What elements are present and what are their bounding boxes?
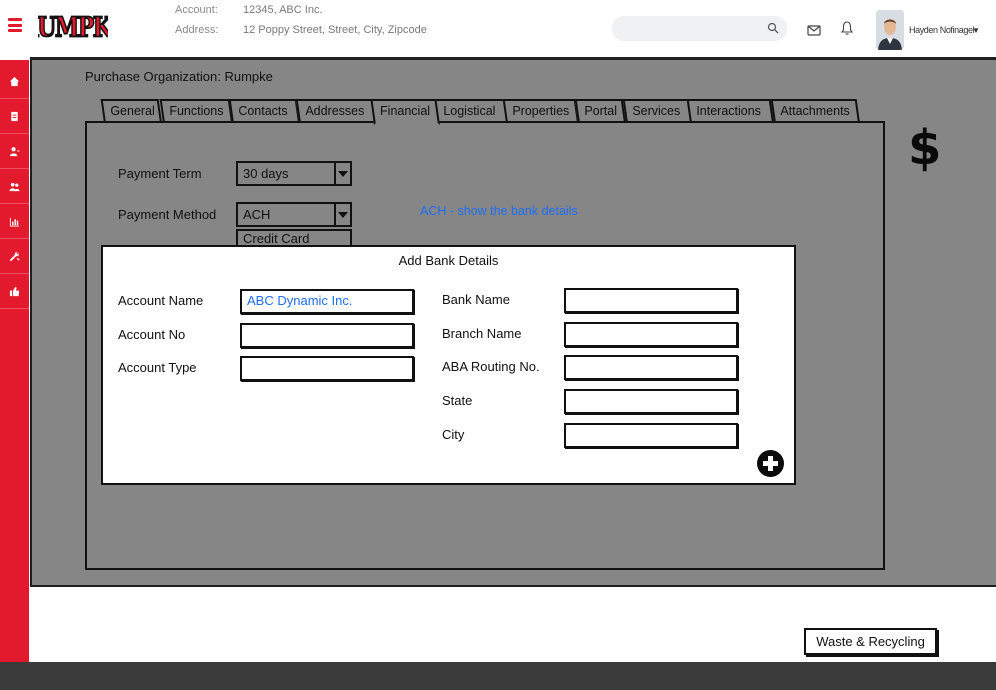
sidebar-item-tools[interactable] bbox=[0, 239, 29, 274]
waste-recycling-button[interactable]: Waste & Recycling bbox=[804, 628, 937, 655]
account-no-label: Account No bbox=[118, 327, 186, 342]
branch-name-label: Branch Name bbox=[442, 326, 522, 341]
tab-label: Portal bbox=[584, 104, 617, 118]
home-icon bbox=[9, 76, 20, 86]
tab-label: Interactions bbox=[696, 104, 761, 118]
payment-term-label: Payment Term bbox=[118, 166, 202, 181]
tab-services[interactable]: Services bbox=[622, 99, 692, 123]
city-label: City bbox=[442, 427, 465, 442]
svg-text:RUMPKE: RUMPKE bbox=[38, 11, 108, 43]
tab-contacts[interactable]: Contacts bbox=[228, 99, 300, 123]
bank-name-label: Bank Name bbox=[442, 292, 510, 307]
tab-label: Services bbox=[632, 104, 681, 118]
sidebar-item-user[interactable] bbox=[0, 134, 29, 169]
city-input[interactable] bbox=[564, 423, 738, 448]
payment-method-select[interactable]: ACH bbox=[236, 202, 352, 227]
dollar-icon: $ bbox=[908, 120, 942, 176]
header-divider bbox=[30, 57, 996, 60]
tab-financial[interactable]: Financial bbox=[370, 99, 440, 125]
chevron-down-icon[interactable]: ▼ bbox=[972, 26, 980, 35]
tab-functions[interactable]: Functions bbox=[159, 99, 233, 123]
sidebar bbox=[0, 60, 29, 662]
aba-routing-label: ABA Routing No. bbox=[442, 359, 540, 374]
tab-label: Addresses bbox=[305, 104, 365, 118]
tab-label: Logistical bbox=[443, 104, 496, 118]
tab-label: Functions bbox=[169, 104, 224, 118]
account-type-label: Account Type bbox=[118, 360, 197, 375]
top-bar: RUMPKE Account: 12345, ABC Inc. Address:… bbox=[0, 0, 996, 58]
tab-logistical[interactable]: Logistical bbox=[433, 99, 509, 123]
account-no-input[interactable] bbox=[240, 323, 414, 348]
search-icon[interactable] bbox=[767, 22, 779, 34]
chevron-down-icon[interactable] bbox=[334, 161, 352, 186]
tab-label: Attachments bbox=[780, 104, 850, 118]
account-name-label: Account Name bbox=[118, 293, 204, 308]
mail-icon[interactable] bbox=[806, 22, 822, 38]
account-value: 12345, ABC Inc. bbox=[243, 4, 323, 16]
thumbs-up-icon bbox=[9, 286, 20, 296]
account-label: Account: bbox=[175, 4, 218, 16]
tab-general[interactable]: General bbox=[100, 99, 162, 123]
footer-bar bbox=[0, 662, 996, 690]
aba-routing-input[interactable] bbox=[564, 355, 738, 380]
address-label: Address: bbox=[175, 24, 219, 36]
sidebar-item-reports[interactable] bbox=[0, 204, 29, 239]
sidebar-item-users[interactable] bbox=[0, 169, 29, 204]
document-icon bbox=[11, 111, 18, 121]
payment-method-value: ACH bbox=[243, 207, 271, 222]
tab-label: Contacts bbox=[238, 104, 288, 118]
sidebar-item-documents[interactable] bbox=[0, 99, 29, 134]
user-icon bbox=[9, 146, 20, 156]
branch-name-input[interactable] bbox=[564, 322, 738, 347]
dialog-title: Add Bank Details bbox=[398, 253, 499, 268]
avatar[interactable] bbox=[876, 10, 904, 50]
rumpke-logo[interactable]: RUMPKE bbox=[20, 8, 129, 46]
tab-label: Financial bbox=[380, 104, 431, 118]
account-name-input[interactable]: ABC Dynamic Inc. bbox=[240, 289, 414, 314]
tools-icon bbox=[9, 251, 20, 261]
tab-properties[interactable]: Properties bbox=[502, 99, 579, 123]
user-name[interactable]: Hayden Nofinagel bbox=[909, 25, 975, 35]
sidebar-item-home[interactable] bbox=[0, 64, 29, 99]
tab-attachments[interactable]: Attachments bbox=[770, 99, 860, 123]
tab-label: General bbox=[110, 104, 155, 118]
users-icon bbox=[9, 182, 20, 191]
payment-term-value: 30 days bbox=[243, 166, 289, 181]
hamburger-menu-icon[interactable] bbox=[8, 18, 22, 32]
purchase-organization: Purchase Organization: Rumpke bbox=[85, 69, 273, 84]
chart-icon bbox=[9, 217, 20, 227]
notification-bell-icon[interactable] bbox=[839, 20, 855, 36]
tab-label: Properties bbox=[512, 104, 570, 118]
account-type-input[interactable] bbox=[240, 356, 414, 381]
tab-addresses[interactable]: Addresses bbox=[295, 99, 376, 123]
payment-term-select[interactable]: 30 days bbox=[236, 161, 352, 186]
state-input[interactable] bbox=[564, 389, 738, 414]
address-value: 12 Poppy Street, Street, City, Zipcode bbox=[243, 24, 427, 36]
payment-method-label: Payment Method bbox=[118, 207, 217, 222]
add-circle-icon[interactable] bbox=[757, 450, 784, 477]
search-input[interactable] bbox=[612, 16, 787, 41]
tab-portal[interactable]: Portal bbox=[574, 99, 626, 123]
annotation-note: ACH - show the bank details bbox=[420, 204, 578, 218]
tab-interactions[interactable]: Interactions bbox=[686, 99, 774, 123]
sidebar-item-feedback[interactable] bbox=[0, 274, 29, 309]
state-label: State bbox=[442, 393, 473, 408]
chevron-down-icon[interactable] bbox=[334, 202, 352, 227]
bank-name-input[interactable] bbox=[564, 288, 738, 313]
